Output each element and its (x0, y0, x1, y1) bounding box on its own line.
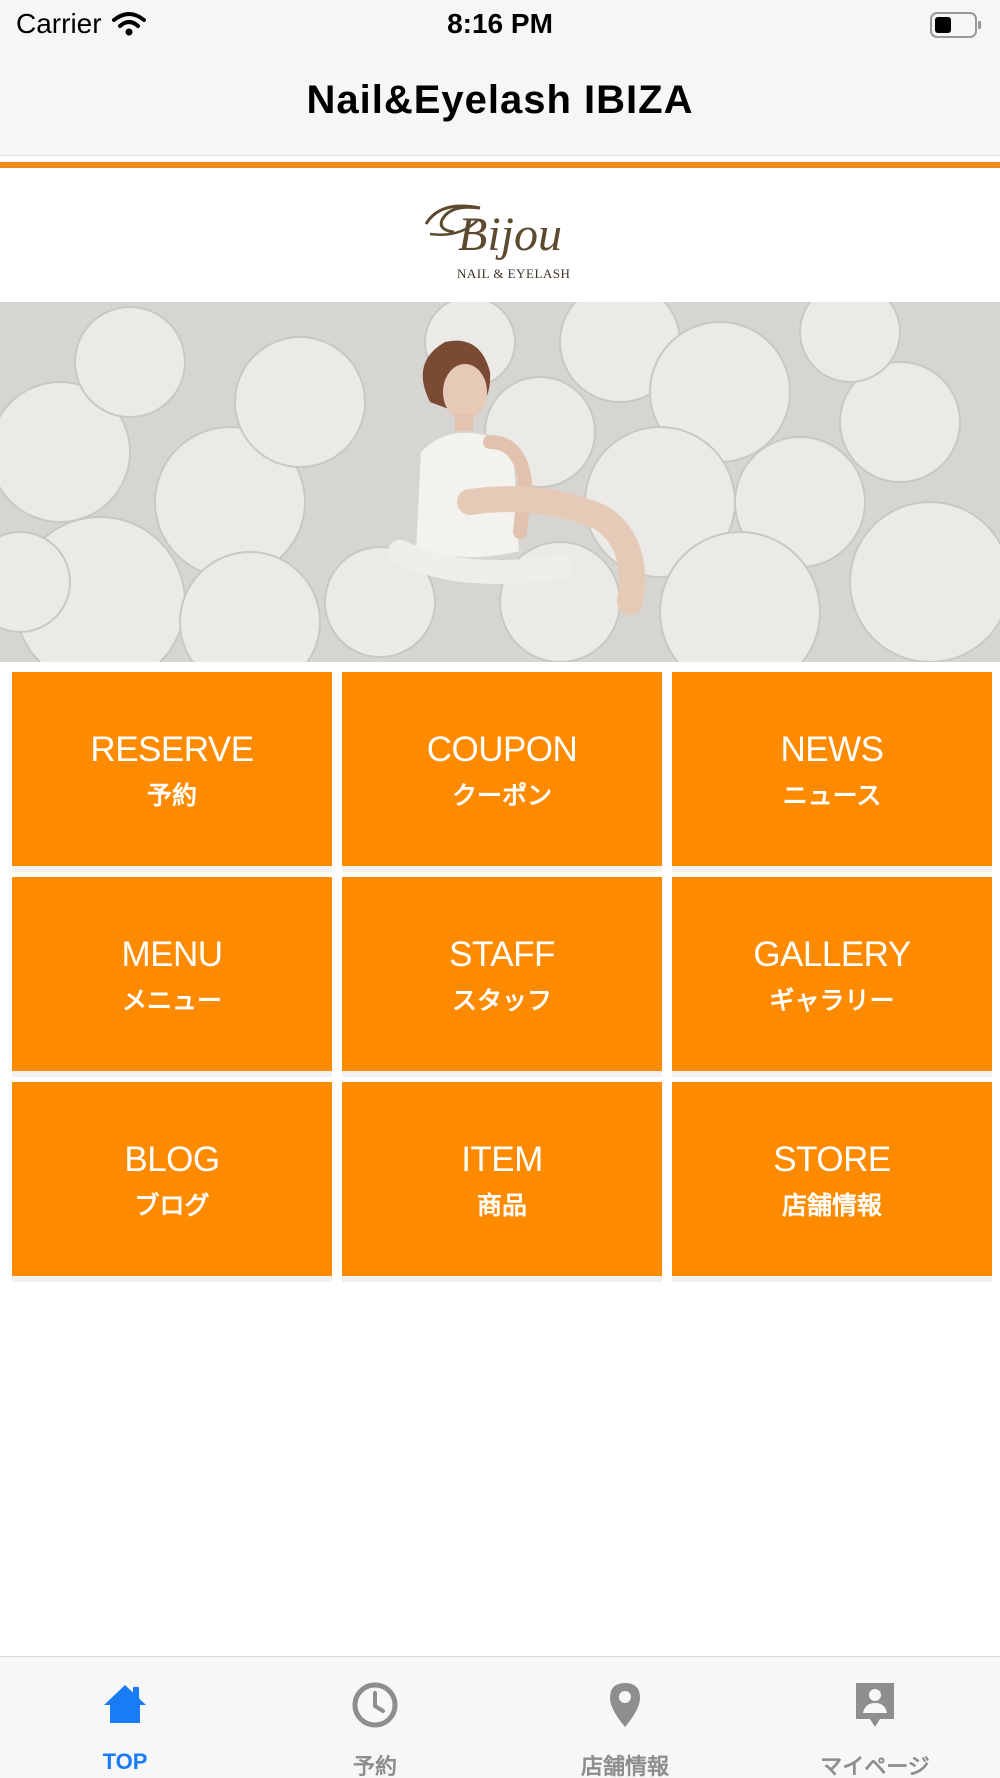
tile-label-en: GALLERY (753, 935, 911, 974)
tile-staff[interactable]: STAFF スタッフ (342, 877, 662, 1071)
tile-label-en: STAFF (449, 935, 555, 974)
tab-reserve[interactable]: 予約 (250, 1657, 500, 1778)
tab-label: 予約 (352, 1754, 397, 1778)
tile-coupon[interactable]: COUPON クーポン (342, 672, 662, 866)
tile-label-en: BLOG (124, 1140, 220, 1179)
clock-icon (352, 1682, 398, 1728)
tile-label-en: RESERVE (90, 730, 254, 769)
tile-reserve[interactable]: RESERVE 予約 (12, 672, 332, 866)
svg-text:NAIL & EYELASH: NAIL & EYELASH (457, 266, 570, 281)
tile-label-jp: ニュース (782, 782, 882, 810)
brand-logo: Bijou NAIL & EYELASH (424, 204, 570, 281)
tile-label-en: NEWS (780, 730, 885, 769)
tile-label-jp: クーポン (451, 782, 552, 810)
tile-label-en: MENU (121, 935, 223, 974)
page-title: Nail&Eyelash IBIZA (306, 78, 694, 122)
hero-balloons-photo (0, 302, 1000, 662)
logo-banner: Bijou NAIL & EYELASH (0, 168, 1000, 302)
tile-store[interactable]: STORE 店舗情報 (672, 1082, 992, 1276)
navigation-bar: Nail&Eyelash IBIZA (0, 50, 1000, 156)
tile-label-jp: 予約 (146, 782, 197, 810)
tab-top[interactable]: TOP (0, 1657, 250, 1778)
tile-menu[interactable]: MENU メニュー (12, 877, 332, 1071)
profile-badge-icon (856, 1683, 894, 1727)
status-time: 8:16 PM (447, 8, 553, 39)
tab-bar: TOP 予約 店舗情報 マイページ (0, 1656, 1000, 1778)
tab-label: マイページ (820, 1754, 930, 1778)
tile-label-jp: メニュー (121, 987, 222, 1015)
svg-text:Bijou: Bijou (458, 208, 562, 261)
tab-label: 店舗情報 (580, 1754, 669, 1778)
tile-item[interactable]: ITEM 商品 (342, 1082, 662, 1276)
tile-news[interactable]: NEWS ニュース (672, 672, 992, 866)
tile-label-jp: ブログ (134, 1192, 210, 1220)
tile-label-en: ITEM (461, 1140, 543, 1179)
tile-blog[interactable]: BLOG ブログ (12, 1082, 332, 1276)
tile-label-en: STORE (773, 1140, 891, 1179)
tile-label-jp: 商品 (476, 1192, 527, 1220)
status-bar: Carrier 8:16 PM (0, 0, 1000, 50)
battery-icon (930, 12, 981, 38)
tile-label-jp: 店舗情報 (781, 1192, 882, 1220)
tab-label: TOP (102, 1749, 148, 1774)
hero-image (0, 302, 1000, 662)
tab-my-page[interactable]: マイページ (750, 1657, 1000, 1778)
tile-label-jp: スタッフ (451, 987, 552, 1015)
tab-store-info[interactable]: 店舗情報 (500, 1657, 750, 1778)
tile-gallery[interactable]: GALLERY ギャラリー (672, 877, 992, 1071)
tile-label-jp: ギャラリー (769, 987, 895, 1015)
home-icon (104, 1685, 146, 1723)
location-pin-icon (610, 1683, 640, 1727)
tile-label-en: COUPON (426, 730, 578, 769)
